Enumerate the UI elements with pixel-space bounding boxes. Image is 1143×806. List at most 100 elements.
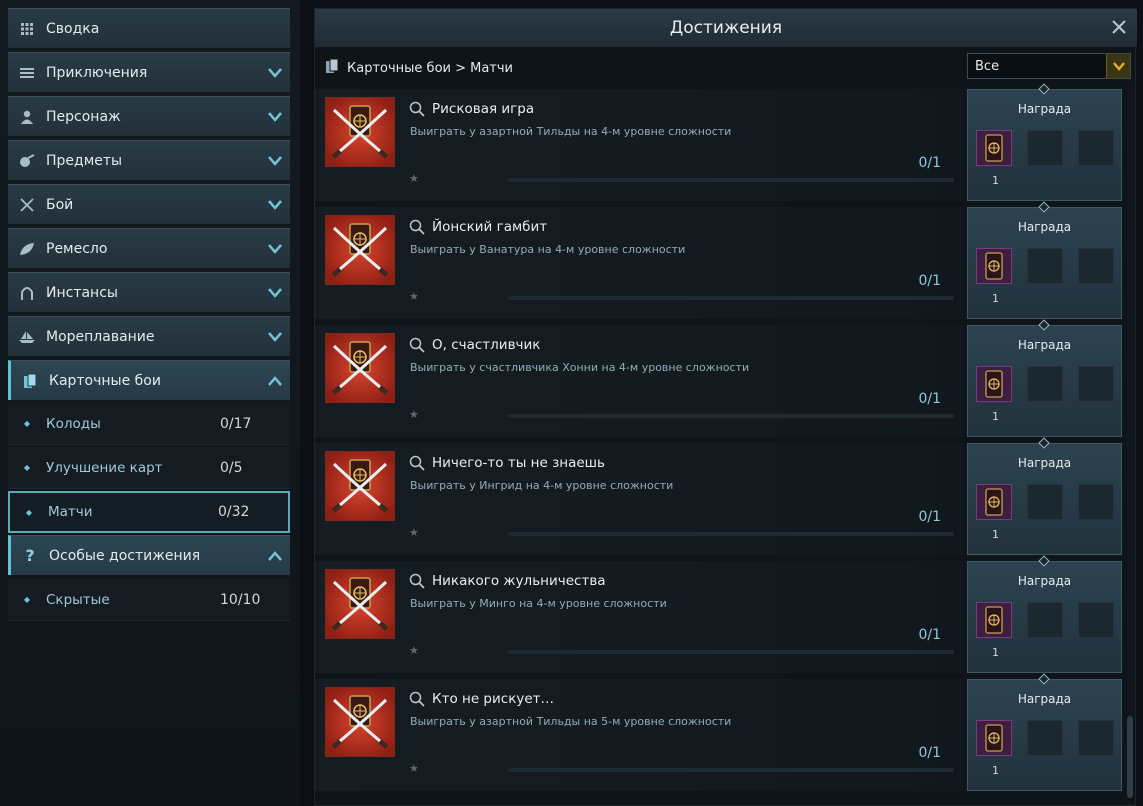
- achievement-progress: 0/1: [918, 745, 941, 761]
- ship-icon: [8, 330, 46, 344]
- breadcrumb-bar: Карточные бои > Матчи Все: [315, 49, 1137, 87]
- search-icon[interactable]: [409, 101, 425, 121]
- achievement-progress: 0/1: [918, 627, 941, 643]
- achievement-title: О, счастливчик: [432, 337, 541, 353]
- search-icon[interactable]: [409, 691, 425, 711]
- reward-label: Награда: [1017, 574, 1072, 588]
- achievement-icon: [325, 333, 395, 403]
- star-icon[interactable]: ★: [409, 290, 419, 303]
- sidebar-subitem-count: 0/17: [220, 415, 252, 432]
- chevron-down-icon[interactable]: [260, 111, 290, 122]
- question-icon: ?: [25, 546, 35, 565]
- reward-count: 1: [992, 646, 999, 659]
- reward-label: Награда: [1017, 220, 1072, 234]
- chevron-up-icon[interactable]: [260, 550, 290, 561]
- chevron-down-icon[interactable]: [260, 331, 290, 342]
- achievement-description: Выиграть у азартной Тильды на 5-м уровне…: [410, 715, 732, 728]
- achievement-body: Йонский гамбит Выиграть у Ванатура на 4-…: [315, 207, 963, 319]
- sidebar-subitem-label: Скрытые: [46, 591, 110, 608]
- sidebar-item-sailing[interactable]: Мореплавание: [8, 316, 290, 356]
- card-reward-icon: [985, 724, 1003, 752]
- search-icon[interactable]: [409, 573, 425, 593]
- sidebar-item-instances[interactable]: Инстансы: [8, 272, 290, 312]
- achievement-body: О, счастливчик Выиграть у счастливчика Х…: [315, 325, 963, 437]
- star-icon[interactable]: ★: [409, 526, 419, 539]
- card-reward-icon: [985, 134, 1003, 162]
- chevron-down-icon[interactable]: [260, 287, 290, 298]
- crossed-swords-icon: [8, 197, 46, 212]
- breadcrumb[interactable]: Карточные бои > Матчи: [347, 61, 513, 76]
- card-reward-icon: [985, 606, 1003, 634]
- arch-icon: [8, 286, 46, 300]
- close-button[interactable]: [1109, 17, 1129, 37]
- search-icon[interactable]: [409, 455, 425, 475]
- achievement-row[interactable]: Рисковая игра Выиграть у азартной Тильды…: [315, 83, 1137, 201]
- chevron-down-icon[interactable]: [260, 199, 290, 210]
- sidebar-item-crafting[interactable]: Ремесло: [8, 228, 290, 268]
- sidebar-item-character[interactable]: Персонаж: [8, 96, 290, 136]
- achievement-description: Выиграть у Минго на 4-м уровне сложности: [410, 597, 667, 610]
- reward-label: Награда: [1017, 456, 1072, 470]
- achievement-title: Рисковая игра: [432, 101, 535, 117]
- sidebar-subitem-decks[interactable]: ◆ Колоды 0/17: [8, 403, 290, 445]
- achievement-row[interactable]: Йонский гамбит Выиграть у Ванатура на 4-…: [315, 201, 1137, 319]
- reward-count: 1: [992, 528, 999, 541]
- achievement-row[interactable]: Никакого жульничества Выиграть у Минго н…: [315, 555, 1137, 673]
- leaf-icon: [8, 242, 46, 256]
- star-icon[interactable]: ★: [409, 644, 419, 657]
- sidebar-item-label: Особые достижения: [49, 547, 201, 564]
- reward-slot[interactable]: [976, 130, 1012, 166]
- chevron-down-icon[interactable]: [260, 155, 290, 166]
- sidebar-item-label: Сводка: [46, 20, 100, 37]
- chevron-down-icon[interactable]: [260, 243, 290, 254]
- panel-header: Достижения: [315, 9, 1137, 47]
- sidebar-item-card-battles[interactable]: Карточные бои: [8, 360, 290, 400]
- reward-slot[interactable]: [976, 602, 1012, 638]
- search-icon[interactable]: [409, 337, 425, 357]
- reward-slot[interactable]: [976, 484, 1012, 520]
- chevron-down-icon[interactable]: [1106, 54, 1130, 78]
- achievement-body: Ничего-то ты не знаешь Выиграть у Ингрид…: [315, 443, 963, 555]
- cards-icon: [11, 373, 49, 389]
- reward-slot[interactable]: [976, 366, 1012, 402]
- reward-count: 1: [992, 764, 999, 777]
- sidebar-item-summary[interactable]: Сводка: [8, 8, 290, 48]
- reward-label: Награда: [1017, 102, 1072, 116]
- sidebar-item-combat[interactable]: Бой: [8, 184, 290, 224]
- sidebar-item-adventures[interactable]: Приключения: [8, 52, 290, 92]
- progress-bar: [508, 296, 954, 300]
- sidebar-subitem-count: 0/5: [220, 459, 243, 476]
- achievement-row[interactable]: О, счастливчик Выиграть у счастливчика Х…: [315, 319, 1137, 437]
- scroll-thumb[interactable]: [1127, 716, 1133, 798]
- scrollbar[interactable]: [1127, 86, 1133, 798]
- card-reward-icon: [985, 488, 1003, 516]
- chevron-down-icon[interactable]: [260, 67, 290, 78]
- star-icon[interactable]: ★: [409, 408, 419, 421]
- chevron-up-icon[interactable]: [260, 375, 290, 386]
- progress-bar: [508, 650, 954, 654]
- achievement-body: Никакого жульничества Выиграть у Минго н…: [315, 561, 963, 673]
- diamond-icon: [1038, 437, 1050, 449]
- reward-slot[interactable]: [976, 248, 1012, 284]
- filter-dropdown[interactable]: Все: [967, 53, 1131, 79]
- reward-slot-empty: [1027, 248, 1063, 284]
- reward-slot[interactable]: [976, 720, 1012, 756]
- reward-slot-empty: [1027, 130, 1063, 166]
- sidebar-subitem-matches[interactable]: ◆ Матчи 0/32: [8, 491, 290, 533]
- sidebar-subitem-hidden[interactable]: ◆ Скрытые 10/10: [8, 579, 290, 621]
- achievement-row[interactable]: Ничего-то ты не знаешь Выиграть у Ингрид…: [315, 437, 1137, 555]
- achievement-title: Ничего-то ты не знаешь: [432, 455, 605, 471]
- star-icon[interactable]: ★: [409, 762, 419, 775]
- sidebar-item-special[interactable]: ? Особые достижения: [8, 535, 290, 575]
- search-icon[interactable]: [409, 219, 425, 239]
- reward-count: 1: [992, 410, 999, 423]
- reward-box: Награда 1: [967, 673, 1122, 791]
- reward-slot-empty: [1027, 484, 1063, 520]
- sidebar-item-items[interactable]: Предметы: [8, 140, 290, 180]
- reward-slot-empty: [1078, 248, 1114, 284]
- reward-slot-empty: [1078, 366, 1114, 402]
- star-icon[interactable]: ★: [409, 172, 419, 185]
- bullet-icon: ◆: [23, 463, 31, 472]
- sidebar-subitem-card-upgrade[interactable]: ◆ Улучшение карт 0/5: [8, 447, 290, 489]
- achievement-row[interactable]: Кто не рискует… Выиграть у азартной Тиль…: [315, 673, 1137, 791]
